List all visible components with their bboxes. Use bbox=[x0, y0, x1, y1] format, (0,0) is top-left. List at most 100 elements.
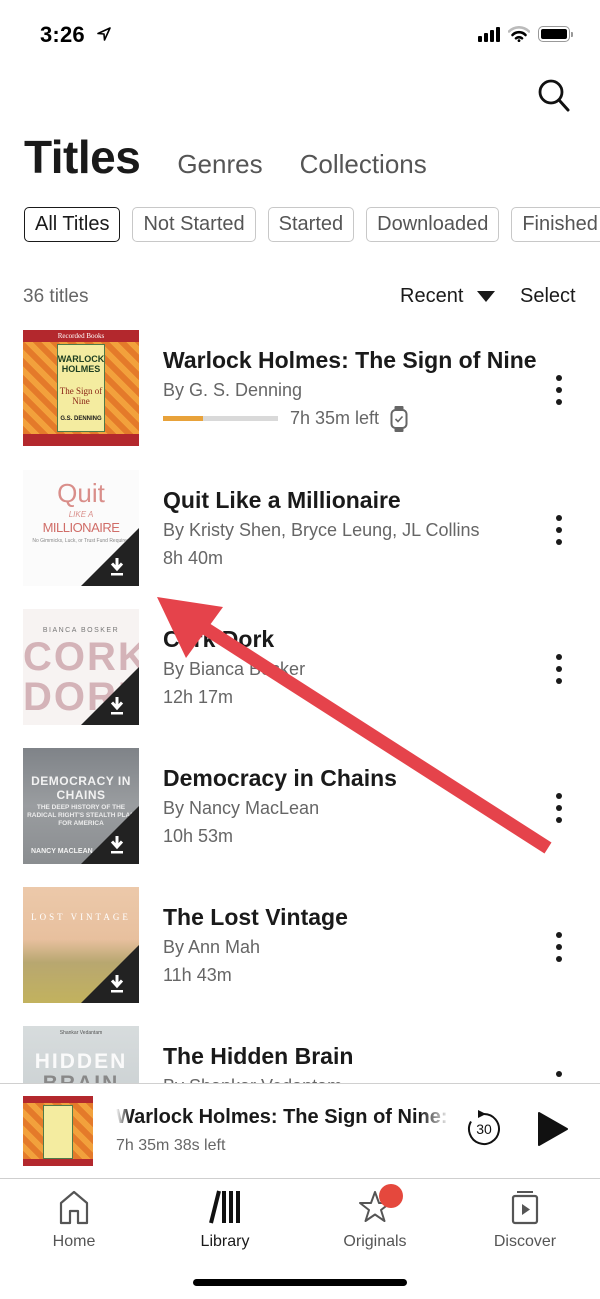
book-cover: LOST VINTAGE bbox=[23, 887, 139, 1003]
home-indicator bbox=[193, 1279, 407, 1286]
cellular-signal-icon bbox=[478, 26, 500, 42]
book-title: The Lost Vintage bbox=[163, 904, 348, 930]
caret-down-icon bbox=[477, 291, 496, 302]
mini-player[interactable]: Warlock Holmes: The Sign of Nine: Wa 7h … bbox=[0, 1083, 600, 1178]
mini-player-time-left: 7h 35m 38s left bbox=[116, 1137, 226, 1154]
sort-label: Recent bbox=[400, 285, 464, 307]
list-item[interactable]: Quit LIKE A MILLIONAIRE No Gimmicks, Luc… bbox=[0, 470, 600, 609]
more-options-button[interactable] bbox=[548, 929, 570, 965]
tab-label: Originals bbox=[343, 1233, 407, 1250]
filter-finished[interactable]: Finished bbox=[511, 207, 600, 242]
wifi-icon bbox=[508, 26, 530, 42]
tab-label: Home bbox=[52, 1233, 96, 1250]
skip-seconds: 30 bbox=[476, 1121, 492, 1137]
status-time: 3:26 bbox=[40, 22, 85, 47]
skip-back-30-icon: 30 bbox=[468, 1110, 500, 1145]
cover-title: LOST VINTAGE bbox=[31, 912, 131, 922]
tab-library[interactable]: Library bbox=[165, 1189, 285, 1251]
play-button[interactable] bbox=[536, 1111, 570, 1147]
select-button[interactable]: Select bbox=[520, 285, 576, 308]
title-list: Recorded Books WARLOCK HOLMES The Sign o… bbox=[0, 330, 600, 1083]
tab-label: Library bbox=[200, 1233, 250, 1250]
search-icon bbox=[538, 79, 570, 112]
play-icon bbox=[538, 1112, 568, 1146]
list-item[interactable]: Recorded Books WARLOCK HOLMES The Sign o… bbox=[0, 330, 600, 469]
cover-subtitle: The Sign of Nine bbox=[59, 386, 103, 406]
location-arrow-icon bbox=[97, 27, 111, 41]
progress-fill bbox=[163, 416, 204, 421]
mini-player-title: Warlock Holmes: The Sign of Nine: Wa bbox=[116, 1106, 450, 1129]
cover-title: HIDDEN bbox=[34, 1050, 128, 1073]
title-count: 36 titles bbox=[23, 286, 89, 307]
notification-badge bbox=[379, 1184, 403, 1208]
list-item[interactable]: BIANCA BOSKER CORK DORK Cork Dork By Bia… bbox=[0, 609, 600, 748]
status-icons bbox=[478, 26, 573, 42]
tab-originals[interactable]: Originals bbox=[315, 1184, 435, 1251]
tab-label: Discover bbox=[493, 1233, 557, 1250]
cover-publisher: Recorded Books bbox=[57, 332, 105, 340]
search-button[interactable] bbox=[534, 76, 574, 116]
downloaded-icon bbox=[81, 667, 139, 725]
cover-title: WARLOCK HOLMES bbox=[57, 354, 105, 374]
book-cover: DEMOCRACY IN CHAINS THE DEEP HISTORY OF … bbox=[23, 748, 139, 864]
more-options-button[interactable] bbox=[548, 372, 570, 408]
book-author: By Nancy MacLean bbox=[163, 798, 320, 818]
tab-home[interactable]: Home bbox=[14, 1189, 134, 1251]
cover-author: Shankar Vedantam bbox=[59, 1030, 103, 1036]
book-author: By G. S. Denning bbox=[163, 380, 303, 400]
discover-icon bbox=[511, 1191, 539, 1225]
listening-progress-bar bbox=[163, 416, 278, 421]
book-title: Democracy in Chains bbox=[163, 765, 397, 791]
tab-discover[interactable]: Discover bbox=[465, 1189, 585, 1251]
more-options-button[interactable] bbox=[548, 790, 570, 826]
list-item[interactable]: Shankar Vedantam HIDDEN BRAIN The Hidden… bbox=[0, 1026, 600, 1083]
list-item[interactable]: DEMOCRACY IN CHAINS THE DEEP HISTORY OF … bbox=[0, 748, 600, 887]
book-title: The Hidden Brain bbox=[163, 1043, 354, 1069]
mini-player-cover bbox=[23, 1096, 93, 1166]
filter-chips: All Titles Not Started Started Downloade… bbox=[24, 207, 600, 242]
book-title: Cork Dork bbox=[163, 626, 275, 652]
status-bar: 3:26 bbox=[0, 0, 600, 72]
book-author: By Kristy Shen, Bryce Leung, JL Collins bbox=[163, 520, 480, 540]
time-left: 7h 35m left bbox=[290, 408, 380, 428]
library-tabs: Titles Genres Collections bbox=[24, 130, 464, 184]
book-duration: 12h 17m bbox=[163, 687, 234, 707]
cover-title: DEMOCRACY IN CHAINS bbox=[31, 774, 131, 802]
book-duration: 10h 53m bbox=[163, 826, 234, 846]
tab-genres[interactable]: Genres bbox=[177, 149, 262, 180]
apple-watch-icon bbox=[390, 406, 408, 432]
filter-downloaded[interactable]: Downloaded bbox=[366, 207, 500, 242]
cover-title-2: BRAIN bbox=[23, 1072, 139, 1083]
mini-player-title-text: Warlock Holmes: The Sign of Nine: Wa bbox=[116, 1106, 450, 1128]
cover-title: Quit bbox=[57, 478, 105, 508]
sort-dropdown[interactable]: Recent bbox=[400, 285, 496, 308]
downloaded-icon bbox=[81, 945, 139, 1003]
cover-author: G.S. DENNING bbox=[60, 416, 102, 422]
tab-titles[interactable]: Titles bbox=[24, 130, 141, 184]
skip-back-button[interactable]: 30 bbox=[464, 1108, 504, 1148]
book-duration: 11h 43m bbox=[163, 965, 232, 985]
filter-all-titles[interactable]: All Titles bbox=[24, 207, 121, 242]
more-options-button[interactable] bbox=[548, 1068, 570, 1083]
book-duration: 8h 40m bbox=[163, 548, 224, 568]
book-title: Warlock Holmes: The Sign of Nine bbox=[163, 347, 537, 373]
library-icon bbox=[209, 1190, 240, 1224]
book-cover: Recorded Books WARLOCK HOLMES The Sign o… bbox=[23, 330, 139, 446]
book-author: By Shankar Vedantam bbox=[163, 1076, 342, 1083]
more-options-button[interactable] bbox=[548, 512, 570, 548]
book-author: By Bianca Bosker bbox=[163, 659, 306, 679]
tab-collections[interactable]: Collections bbox=[300, 149, 427, 180]
cover-title-2: LIKE A bbox=[68, 510, 94, 519]
downloaded-icon bbox=[81, 806, 139, 864]
filter-started[interactable]: Started bbox=[267, 207, 355, 242]
home-icon bbox=[59, 1190, 89, 1225]
more-options-button[interactable] bbox=[548, 651, 570, 687]
book-cover: Shankar Vedantam HIDDEN BRAIN bbox=[23, 1026, 139, 1083]
list-item[interactable]: LOST VINTAGE The Lost Vintage By Ann Mah… bbox=[0, 887, 600, 1026]
book-cover: BIANCA BOSKER CORK DORK bbox=[23, 609, 139, 725]
book-title: Quit Like a Millionaire bbox=[163, 487, 401, 513]
book-cover: Quit LIKE A MILLIONAIRE No Gimmicks, Luc… bbox=[23, 470, 139, 586]
filter-not-started[interactable]: Not Started bbox=[132, 207, 256, 242]
downloaded-icon bbox=[81, 528, 139, 586]
battery-icon bbox=[538, 26, 573, 42]
